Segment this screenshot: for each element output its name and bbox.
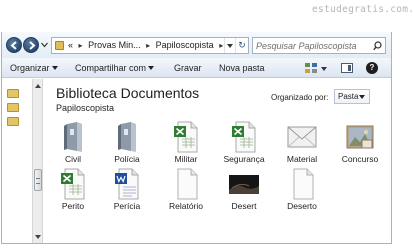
folder-icon[interactable]	[7, 117, 19, 126]
address-bar[interactable]: « ▸ Provas Min... ▸ Papiloscopista ▸ ↻	[51, 37, 249, 54]
new-folder-button[interactable]: Nova pasta	[219, 58, 265, 78]
blank-file-icon	[177, 168, 198, 200]
file-item-material[interactable]: Material	[275, 121, 329, 164]
back-button[interactable]	[6, 37, 22, 53]
file-label: Relatório	[168, 201, 204, 211]
file-item-deserto[interactable]: Deserto	[275, 168, 329, 211]
file-item-seguranca[interactable]: Segurança	[217, 121, 271, 164]
address-dropdown-icon[interactable]	[224, 38, 235, 53]
file-label: Deserto	[287, 201, 317, 211]
file-label: Material	[286, 154, 318, 164]
chevron-down-icon	[148, 66, 155, 70]
image-thumbnail-icon	[229, 175, 259, 194]
view-options-dropdown-icon[interactable]	[321, 67, 327, 71]
explorer-window: « ▸ Provas Min... ▸ Papiloscopista ▸ ↻ O…	[1, 32, 392, 244]
search-icon[interactable]	[373, 41, 382, 51]
new-folder-label: Nova pasta	[219, 63, 265, 73]
word-file-icon	[115, 168, 139, 200]
breadcrumb-separator-icon[interactable]: ▸	[146, 41, 150, 50]
breadcrumb-separator-icon[interactable]: ▸	[79, 41, 83, 50]
file-label: Civil	[64, 154, 82, 164]
breadcrumb: « ▸ Provas Min... ▸ Papiloscopista ▸	[68, 38, 226, 53]
navigation-scrollbar[interactable]	[32, 79, 43, 243]
file-label: Perícia	[113, 201, 141, 211]
scroll-up-icon[interactable]	[35, 84, 41, 88]
arrange-by-select[interactable]: Pasta	[334, 89, 370, 104]
recent-pages-dropdown-icon[interactable]	[41, 40, 48, 49]
forward-arrow-icon	[29, 41, 36, 50]
address-row: « ▸ Provas Min... ▸ Papiloscopista ▸ ↻	[2, 32, 391, 58]
image-file-icon	[346, 125, 374, 149]
chevron-down-icon	[51, 66, 58, 70]
scroll-down-icon[interactable]	[35, 235, 41, 239]
scrollbar-thumb[interactable]	[34, 169, 42, 191]
file-item-militar[interactable]: Militar	[159, 121, 213, 164]
breadcrumb-overflow[interactable]: «	[68, 40, 73, 50]
file-label: Concurso	[341, 154, 379, 164]
folder-icon	[55, 41, 64, 50]
file-label: Segurança	[223, 154, 265, 164]
share-label: Compartilhar com	[75, 63, 147, 73]
chevron-down-icon	[359, 95, 365, 99]
search-input[interactable]	[256, 39, 368, 52]
burn-button[interactable]: Gravar	[174, 58, 202, 78]
command-bar: Organizar Compartilhar com Gravar Nova p…	[2, 58, 391, 78]
organize-label: Organizar	[10, 63, 50, 73]
breadcrumb-papiloscopista[interactable]: Papiloscopista	[156, 40, 214, 50]
blank-file-icon	[293, 168, 314, 200]
folder-icon[interactable]	[7, 89, 19, 98]
watermark: estudegratis.com.br	[312, 4, 413, 15]
excel-file-icon	[174, 121, 198, 153]
help-icon[interactable]: ?	[366, 62, 378, 74]
library-subtitle: Papiloscopista	[56, 103, 115, 113]
excel-file-icon	[61, 168, 85, 200]
file-label: Polícia	[114, 154, 140, 164]
breadcrumb-provas[interactable]: Provas Min...	[88, 40, 141, 50]
file-item-concurso[interactable]: Concurso	[333, 121, 387, 164]
organize-menu[interactable]: Organizar	[10, 58, 58, 78]
file-item-relatorio[interactable]: Relatório	[159, 168, 213, 211]
file-label: Desert	[231, 201, 257, 211]
search-box[interactable]	[252, 37, 386, 54]
file-item-pericia[interactable]: Perícia	[100, 168, 154, 211]
arrange-by-value: Pasta	[338, 92, 359, 101]
envelope-icon	[287, 126, 317, 148]
share-menu[interactable]: Compartilhar com	[75, 58, 155, 78]
file-item-policia[interactable]: Polícia	[100, 121, 154, 164]
file-label: Perito	[61, 201, 85, 211]
library-content: Biblioteca Documentos Papiloscopista Org…	[44, 79, 391, 243]
change-view-icon[interactable]	[305, 63, 317, 73]
file-item-civil[interactable]: Civil	[46, 121, 100, 164]
file-item-perito[interactable]: Perito	[46, 168, 100, 211]
preview-pane-icon[interactable]	[341, 63, 353, 73]
burn-label: Gravar	[174, 63, 202, 73]
library-title: Biblioteca Documentos	[56, 85, 200, 101]
navigation-pane[interactable]	[2, 79, 32, 243]
breadcrumb-separator-icon[interactable]: ▸	[219, 41, 223, 50]
binder-folder-icon	[64, 122, 82, 152]
excel-file-icon	[232, 121, 256, 153]
file-label: Militar	[174, 154, 198, 164]
arrange-by-label: Organizado por:	[271, 93, 329, 102]
refresh-icon[interactable]: ↻	[235, 38, 248, 53]
folder-icon[interactable]	[7, 103, 19, 112]
forward-button[interactable]	[23, 37, 39, 53]
file-item-desert[interactable]: Desert	[217, 168, 271, 211]
binder-folder-icon	[118, 122, 136, 152]
back-arrow-icon	[10, 41, 17, 50]
